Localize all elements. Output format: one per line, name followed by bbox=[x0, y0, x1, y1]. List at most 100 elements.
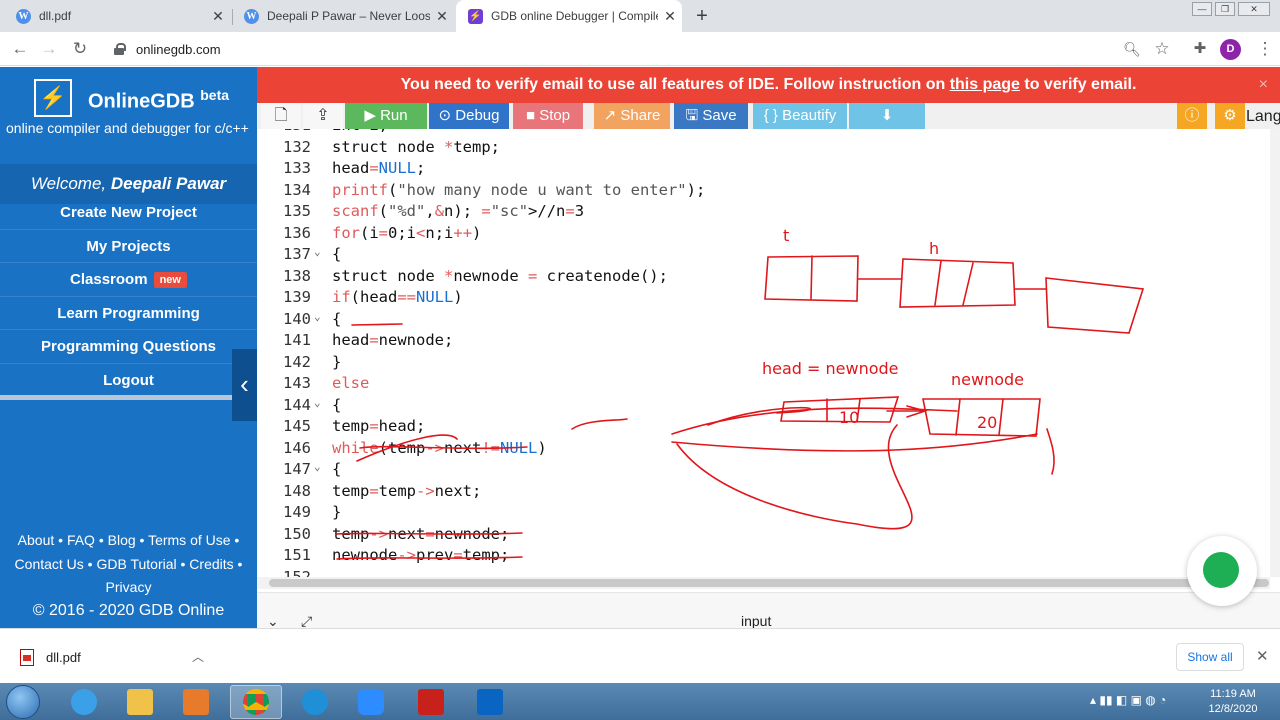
pen-annotation-overlay: t h head = newnode newnode 10 20 bbox=[336, 226, 1145, 560]
acrobat-glyph bbox=[418, 689, 444, 715]
collapse-sidebar-chevron-icon[interactable]: ‹ bbox=[232, 349, 257, 421]
clock[interactable]: 11:19 AM 12/8/2020 bbox=[1200, 687, 1266, 717]
download-item[interactable]: dll.pdf bbox=[46, 650, 81, 665]
wordpress-icon: W bbox=[16, 8, 31, 24]
internet-explorer-icon[interactable] bbox=[58, 685, 110, 719]
address-bar: ← → ↻ onlinegdb.com 🔍︎ ☆ ✚ D ⋮ bbox=[0, 32, 1280, 66]
outlook-glyph bbox=[477, 689, 503, 715]
new-file-icon[interactable]: 🗋 bbox=[261, 103, 301, 129]
banner-link[interactable]: this page bbox=[950, 76, 1020, 93]
onlinegdb-logo-icon[interactable]: ⚡ bbox=[34, 79, 72, 117]
edge-icon[interactable] bbox=[289, 685, 341, 719]
close-icon[interactable]: ✕ bbox=[1256, 647, 1269, 665]
reload-icon[interactable]: ↻ bbox=[69, 38, 91, 60]
annotation-newnode: newnode bbox=[951, 370, 1024, 389]
sidebar-divider bbox=[0, 395, 232, 400]
system-tray-icons[interactable]: ▴ ▮▮ ◧ ▣ ◍ ◔ bbox=[1090, 693, 1166, 707]
zoom-glyph bbox=[358, 689, 384, 715]
debug-label: Debug bbox=[455, 107, 500, 124]
info-icon[interactable]: ⓘ bbox=[1177, 103, 1207, 129]
copyright: © 2016 - 2020 GDB Online bbox=[32, 602, 225, 619]
sidebar-menu: Create New Project My Projects Classroom… bbox=[0, 196, 257, 397]
zoom-app-icon[interactable] bbox=[345, 685, 397, 719]
sidebar-item-label: Programming Questions bbox=[40, 338, 217, 355]
sidebar-item-label: My Projects bbox=[86, 237, 171, 255]
wordpress-icon: W bbox=[244, 8, 259, 24]
sidebar-item-label: Learn Programming bbox=[57, 304, 200, 322]
minimize-icon[interactable]: — bbox=[1192, 2, 1212, 16]
close-icon[interactable]: ✕ bbox=[206, 8, 230, 25]
run-button[interactable]: ▶ Run bbox=[345, 103, 427, 129]
annotation-h: h bbox=[929, 239, 939, 258]
sidebar-item-create-new-project[interactable]: Create New Project bbox=[0, 196, 257, 230]
browser-tab-strip: W dll.pdf ✕ W Deepali P Pawar – Never Lo… bbox=[0, 0, 1280, 32]
sidebar-item-learn-programming[interactable]: Learn Programming bbox=[0, 297, 257, 330]
settings-gear-icon[interactable]: ⚙ bbox=[1215, 103, 1245, 129]
io-label: input bbox=[741, 613, 772, 629]
restore-icon[interactable]: ❐ bbox=[1215, 2, 1235, 16]
window-close-icon[interactable]: ✕ bbox=[1238, 2, 1270, 16]
share-button[interactable]: ↗ Share bbox=[594, 103, 670, 129]
footer-links[interactable]: About • FAQ • Blog • Terms of Use • Cont… bbox=[0, 529, 257, 600]
stop-button[interactable]: ■ Stop bbox=[513, 103, 583, 129]
outlook-icon[interactable] bbox=[464, 685, 516, 719]
url-field[interactable]: onlinegdb.com bbox=[104, 35, 1154, 63]
edge-glyph bbox=[302, 689, 328, 715]
stop-label: Stop bbox=[539, 107, 571, 124]
tab-gdb-online[interactable]: ⚡ GDB online Debugger | Compile ✕ bbox=[456, 0, 682, 32]
annotation-node-value-1: 10 bbox=[839, 408, 859, 427]
url-text: onlinegdb.com bbox=[136, 41, 221, 57]
banner-close-icon[interactable]: × bbox=[1259, 67, 1268, 103]
sidebar-item-classroom[interactable]: Classroom new bbox=[0, 263, 257, 297]
bookmark-star-icon[interactable]: ☆ bbox=[1151, 38, 1173, 60]
editor-vertical-scrollbar[interactable] bbox=[1270, 129, 1280, 577]
upload-icon[interactable]: ⇪ bbox=[303, 103, 343, 129]
beautify-button[interactable]: { } Beautify bbox=[753, 103, 847, 129]
footer-line[interactable]: Contact Us • GDB Tutorial • Credits • bbox=[0, 553, 257, 577]
browser-menu-icon[interactable]: ⋮ bbox=[1254, 38, 1276, 60]
annotation-node-value-2: 20 bbox=[977, 413, 997, 432]
sidebar-item-my-projects[interactable]: My Projects bbox=[0, 230, 257, 263]
chat-button[interactable] bbox=[1187, 536, 1257, 606]
code-editor[interactable]: 131int i;132struct node *temp;133head=NU… bbox=[257, 129, 1270, 577]
extensions-puzzle-icon[interactable]: ✚ bbox=[1189, 38, 1211, 60]
file-explorer-icon[interactable] bbox=[114, 685, 166, 719]
close-icon[interactable]: ✕ bbox=[430, 8, 454, 25]
forward-arrow-icon[interactable]: → bbox=[38, 38, 60, 60]
footer-line[interactable]: Privacy bbox=[0, 576, 257, 600]
download-button[interactable]: ⬇ bbox=[849, 103, 925, 129]
clock-time: 11:19 AM bbox=[1210, 688, 1256, 700]
chat-bubble-icon bbox=[1203, 552, 1239, 588]
drawn-node-box bbox=[1045, 277, 1145, 334]
brand-name[interactable]: OnlineGDB beta bbox=[88, 87, 229, 114]
brand-beta: beta bbox=[200, 87, 230, 103]
footer-line[interactable]: About • FAQ • Blog • Terms of Use • bbox=[0, 529, 257, 553]
profile-avatar[interactable]: D bbox=[1220, 39, 1241, 60]
show-all-button[interactable]: Show all bbox=[1176, 643, 1244, 671]
editor-horizontal-scrollbar[interactable] bbox=[257, 577, 1270, 589]
close-icon[interactable]: ✕ bbox=[658, 8, 682, 25]
share-label: Share bbox=[620, 107, 661, 124]
sidebar-item-programming-questions[interactable]: Programming Questions bbox=[0, 330, 257, 364]
media-glyph bbox=[183, 689, 209, 715]
chevron-up-icon[interactable]: ︿ bbox=[192, 648, 204, 665]
chrome-icon[interactable] bbox=[230, 685, 282, 719]
scroll-thumb[interactable] bbox=[269, 579, 1269, 587]
acrobat-icon[interactable] bbox=[405, 685, 457, 719]
save-button[interactable]: 🖫 Save bbox=[674, 103, 748, 129]
ie-glyph bbox=[71, 689, 97, 715]
new-badge: new bbox=[153, 272, 187, 289]
lock-icon bbox=[114, 43, 126, 55]
banner-text-after: to verify email. bbox=[1019, 76, 1137, 93]
new-tab-button[interactable]: + bbox=[692, 4, 712, 28]
sidebar-item-logout[interactable]: Logout bbox=[0, 364, 257, 398]
start-button[interactable] bbox=[6, 685, 40, 719]
back-arrow-icon[interactable]: ← bbox=[9, 38, 31, 60]
media-player-icon[interactable] bbox=[170, 685, 222, 719]
tab-dll-pdf[interactable]: W dll.pdf ✕ bbox=[4, 0, 230, 32]
tab-deepali-blog[interactable]: W Deepali P Pawar – Never Loose H ✕ bbox=[232, 0, 454, 32]
sidebar: ⚡ OnlineGDB beta online compiler and deb… bbox=[0, 67, 257, 628]
debug-button[interactable]: ⊙ Debug bbox=[429, 103, 509, 129]
zoom-icon[interactable]: 🔍︎ bbox=[1121, 38, 1143, 60]
ide-toolbar: 🗋 ⇪ ▶ Run ⊙ Debug ■ Stop ↗ Share 🖫 Save … bbox=[257, 103, 1280, 129]
